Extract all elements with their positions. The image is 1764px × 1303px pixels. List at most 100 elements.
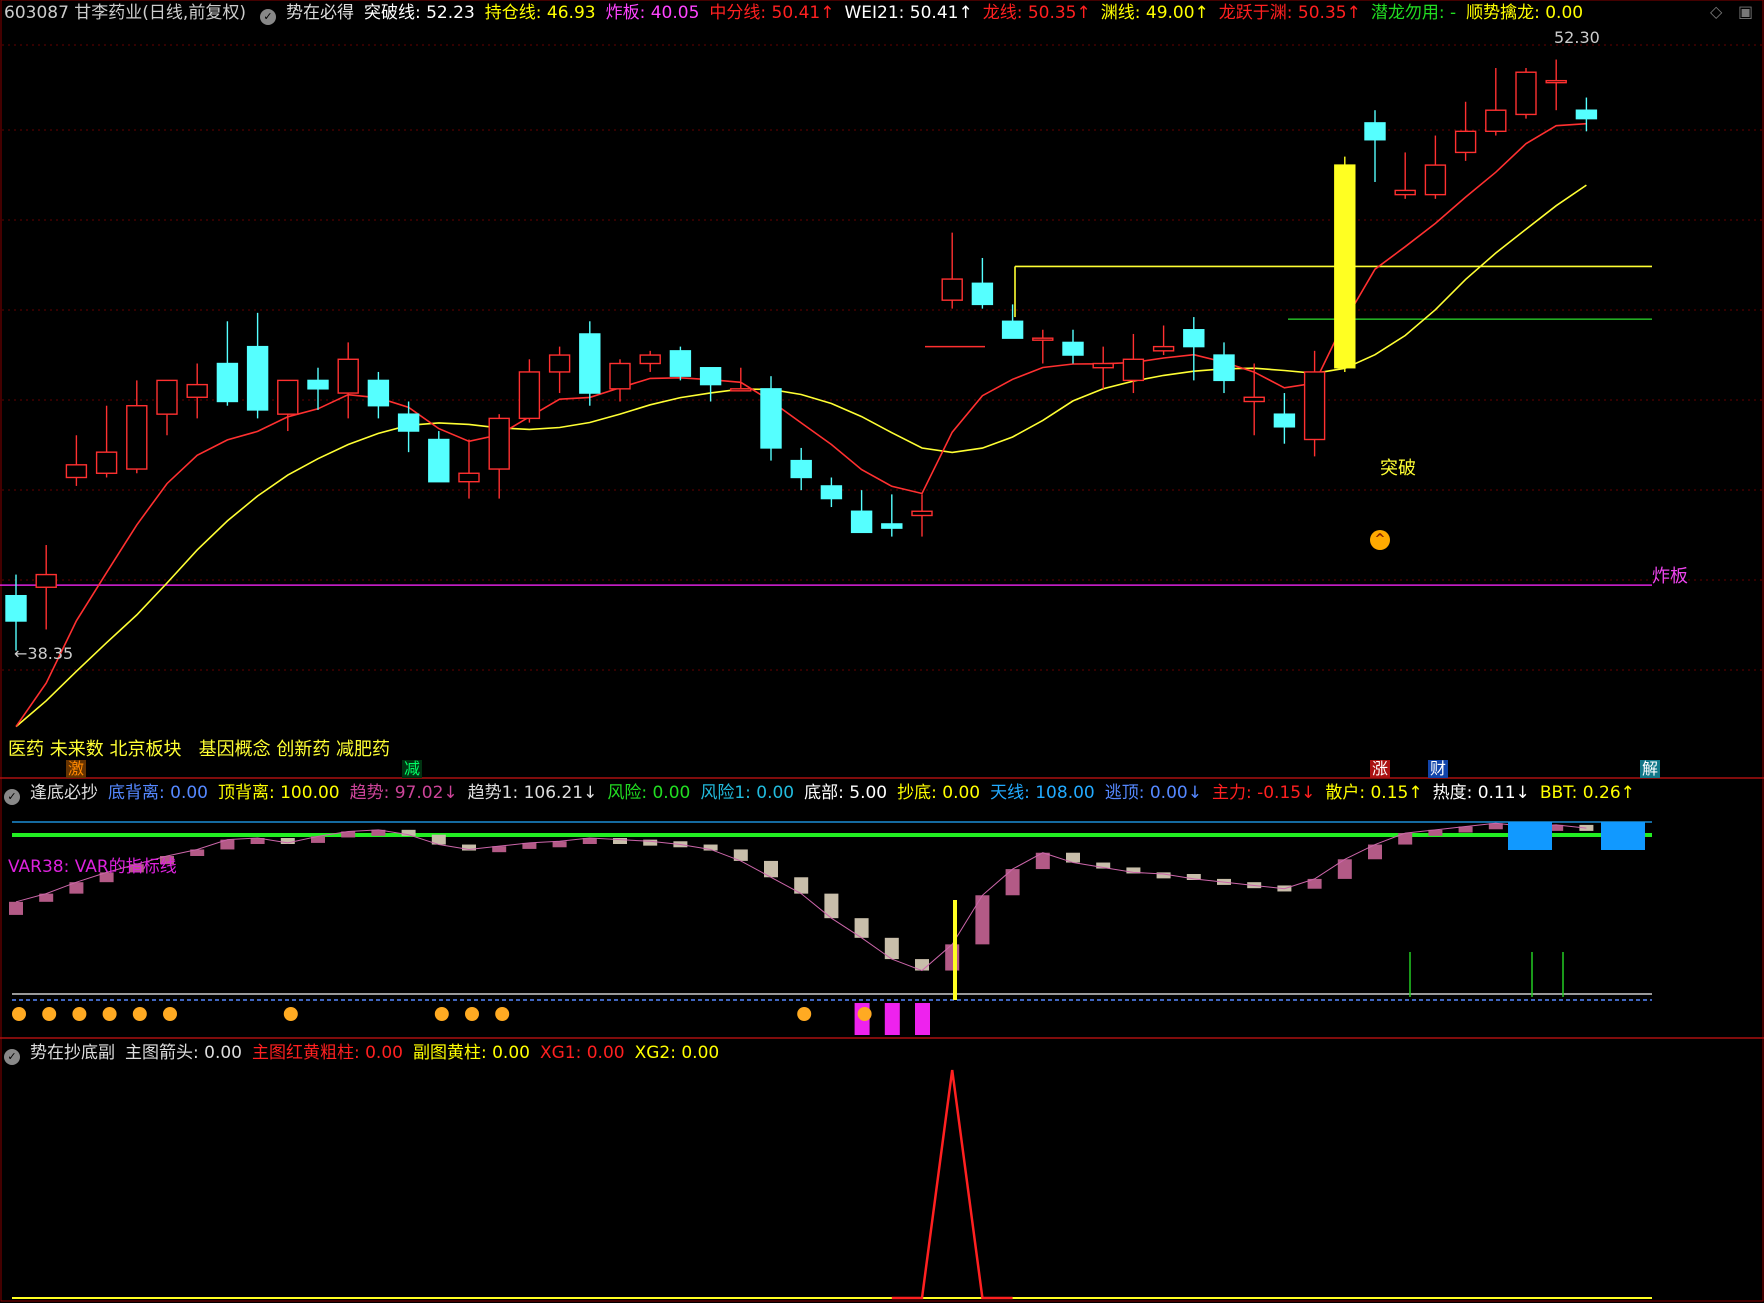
maximize-icon[interactable]: ▣ bbox=[1738, 2, 1753, 21]
panel2-value-item-1: 顶背离: 100.00 bbox=[217, 783, 340, 803]
hand-marker-4 bbox=[132, 1007, 147, 1021]
candle-body-25 bbox=[760, 388, 782, 449]
hand-marker-10 bbox=[797, 1007, 812, 1021]
panel2-value-item-9: 逃顶: 0.00↓ bbox=[1104, 783, 1202, 803]
candle-body-10 bbox=[307, 379, 329, 390]
breakthrough-label: 突破 bbox=[1380, 458, 1416, 479]
main-value-item-6: 渊线: 49.00↑ bbox=[1100, 3, 1209, 23]
candle-body-7 bbox=[216, 362, 239, 403]
main-value-item-7: 龙跃于渊: 50.35↑ bbox=[1218, 3, 1361, 23]
trend-bar-0 bbox=[9, 901, 23, 915]
candle-body-43 bbox=[1303, 371, 1326, 441]
candle-body-44 bbox=[1334, 164, 1356, 369]
panel3-value-item-2: 副图黄柱: 0.00 bbox=[412, 1043, 530, 1063]
low-price-label: ←38.35 bbox=[14, 644, 74, 663]
panel2-value-item-8: 天线: 108.00 bbox=[990, 783, 1095, 803]
main-value-item-4: WEI21: 50.41↑ bbox=[844, 3, 973, 23]
top-block-1 bbox=[1601, 822, 1645, 850]
stock-title[interactable]: 603087 甘李药业(日线,前复权) bbox=[4, 3, 246, 23]
candle-body-14 bbox=[428, 438, 450, 483]
stock-chart bbox=[0, 0, 1764, 1302]
chart-frame bbox=[0, 0, 1764, 1302]
signal-tag-1: 减 bbox=[402, 759, 423, 778]
panel2-value-item-2: 趋势: 97.02↓ bbox=[349, 783, 458, 803]
panel2-header: ✓ 逢底必抄 底背离: 0.00 顶背离: 100.00 趋势: 97.02↓ 趋势1: … bbox=[0, 781, 1655, 805]
panel3-values: 主图箭头: 0.00 主图红黄粗柱: 0.00 副图黄柱: 0.00 XG1: 0.0… bbox=[125, 1043, 729, 1063]
bottom-block-2 bbox=[915, 1003, 930, 1035]
var38-line bbox=[15, 822, 1587, 972]
candle-body-22 bbox=[669, 350, 692, 377]
candle-body-12 bbox=[367, 379, 390, 407]
panel2-value-item-4: 风险: 0.00 bbox=[607, 783, 691, 803]
candle-body-45 bbox=[1364, 122, 1386, 141]
panel2-value-item-10: 主力: -0.15↓ bbox=[1211, 783, 1316, 803]
hand-marker-3 bbox=[102, 1007, 117, 1021]
panel3-value-item-4: XG2: 0.00 bbox=[634, 1043, 720, 1063]
candle-body-39 bbox=[1183, 329, 1205, 348]
candle-body-42 bbox=[1273, 413, 1296, 428]
candle-body-34 bbox=[1032, 337, 1054, 341]
candle-body-37 bbox=[1122, 358, 1145, 382]
hand-marker-9 bbox=[495, 1007, 510, 1021]
main-value-item-8: 潜龙勿用: - bbox=[1370, 3, 1457, 23]
diamond-icon[interactable]: ◇ bbox=[1710, 2, 1722, 21]
sector-tags: 医药 未来数 北京板块 基因概念 创新药 减肥药 bbox=[8, 739, 391, 760]
main-value-item-5: 龙线: 50.35↑ bbox=[982, 3, 1091, 23]
bottom-block-1 bbox=[884, 1003, 900, 1035]
main-value-item-3: 中分线: 50.41↑ bbox=[709, 3, 835, 23]
main-indicator-values: 突破线: 52.23 持仓线: 46.93 炸板: 40.05 中分线: 50.41↑… bbox=[364, 3, 1593, 23]
candle-body-4 bbox=[126, 405, 148, 470]
settings-icon[interactable]: ✓ bbox=[4, 1049, 20, 1065]
candle-body-29 bbox=[881, 523, 903, 529]
main-value-item-9: 顺势擒龙: 0.00 bbox=[1466, 3, 1584, 23]
candle-body-6 bbox=[186, 383, 208, 398]
candle-body-16 bbox=[488, 417, 510, 470]
hand-marker-11 bbox=[857, 1007, 872, 1021]
panel2-values: 底背离: 0.00 顶背离: 100.00 趋势: 97.02↓ 趋势1: 106.2… bbox=[108, 783, 1645, 803]
candle-body-33 bbox=[1001, 320, 1024, 339]
candle-body-11 bbox=[337, 358, 359, 394]
main-value-item-0: 突破线: 52.23 bbox=[363, 3, 475, 23]
settings-icon[interactable]: ✓ bbox=[4, 789, 20, 805]
candle-body-27 bbox=[820, 485, 843, 500]
hand-marker-0 bbox=[12, 1007, 26, 1021]
candle-body-15 bbox=[458, 472, 480, 483]
signal-tag-0: 激 bbox=[66, 759, 87, 778]
candle-body-41 bbox=[1243, 396, 1265, 403]
settings-icon[interactable]: ✓ bbox=[259, 9, 276, 25]
var38-label: VAR38: VAR的指标线 bbox=[8, 857, 177, 877]
candle-body-47 bbox=[1424, 164, 1447, 196]
panel2-value-item-7: 抄底: 0.00 bbox=[897, 783, 981, 803]
candle-body-24 bbox=[730, 388, 752, 392]
panel2-value-item-0: 底背离: 0.00 bbox=[108, 783, 208, 803]
panel3-value-item-1: 主图红黄粗柱: 0.00 bbox=[251, 1043, 403, 1063]
signal-tag-3: 财 bbox=[1428, 759, 1449, 778]
hand-marker-8 bbox=[465, 1007, 479, 1021]
candle-body-23 bbox=[699, 367, 722, 386]
candle-body-49 bbox=[1485, 109, 1507, 133]
candle-body-1 bbox=[35, 573, 57, 588]
panel3-name: 势在抄底副 bbox=[30, 1043, 115, 1063]
panel2-value-item-11: 散户: 0.15↑ bbox=[1325, 783, 1423, 803]
candle-body-40 bbox=[1213, 354, 1235, 382]
candle-body-8 bbox=[246, 345, 269, 411]
candle-body-36 bbox=[1092, 362, 1114, 369]
hand-marker-7 bbox=[434, 1007, 449, 1021]
candle-body-26 bbox=[790, 459, 812, 479]
candle-body-19 bbox=[579, 333, 601, 394]
candle-body-51 bbox=[1545, 79, 1567, 84]
candle-body-0 bbox=[5, 594, 27, 622]
indicator-name: 势在必得 bbox=[285, 3, 354, 23]
candle-body-2 bbox=[65, 464, 88, 479]
candle-body-28 bbox=[850, 510, 873, 534]
panel3-value-item-3: XG1: 0.00 bbox=[539, 1043, 625, 1063]
panel2-value-item-13: BBT: 0.26↑ bbox=[1539, 783, 1635, 803]
main-value-item-2: 炸板: 40.05 bbox=[605, 3, 700, 23]
candle-body-31 bbox=[941, 278, 963, 301]
panel3-value-item-0: 主图箭头: 0.00 bbox=[125, 1043, 242, 1063]
candle-body-13 bbox=[397, 413, 420, 432]
candle-body-9 bbox=[277, 379, 299, 415]
candle-body-46 bbox=[1394, 189, 1416, 196]
candle-body-21 bbox=[639, 354, 661, 365]
main-value-item-1: 持仓线: 46.93 bbox=[484, 3, 596, 23]
